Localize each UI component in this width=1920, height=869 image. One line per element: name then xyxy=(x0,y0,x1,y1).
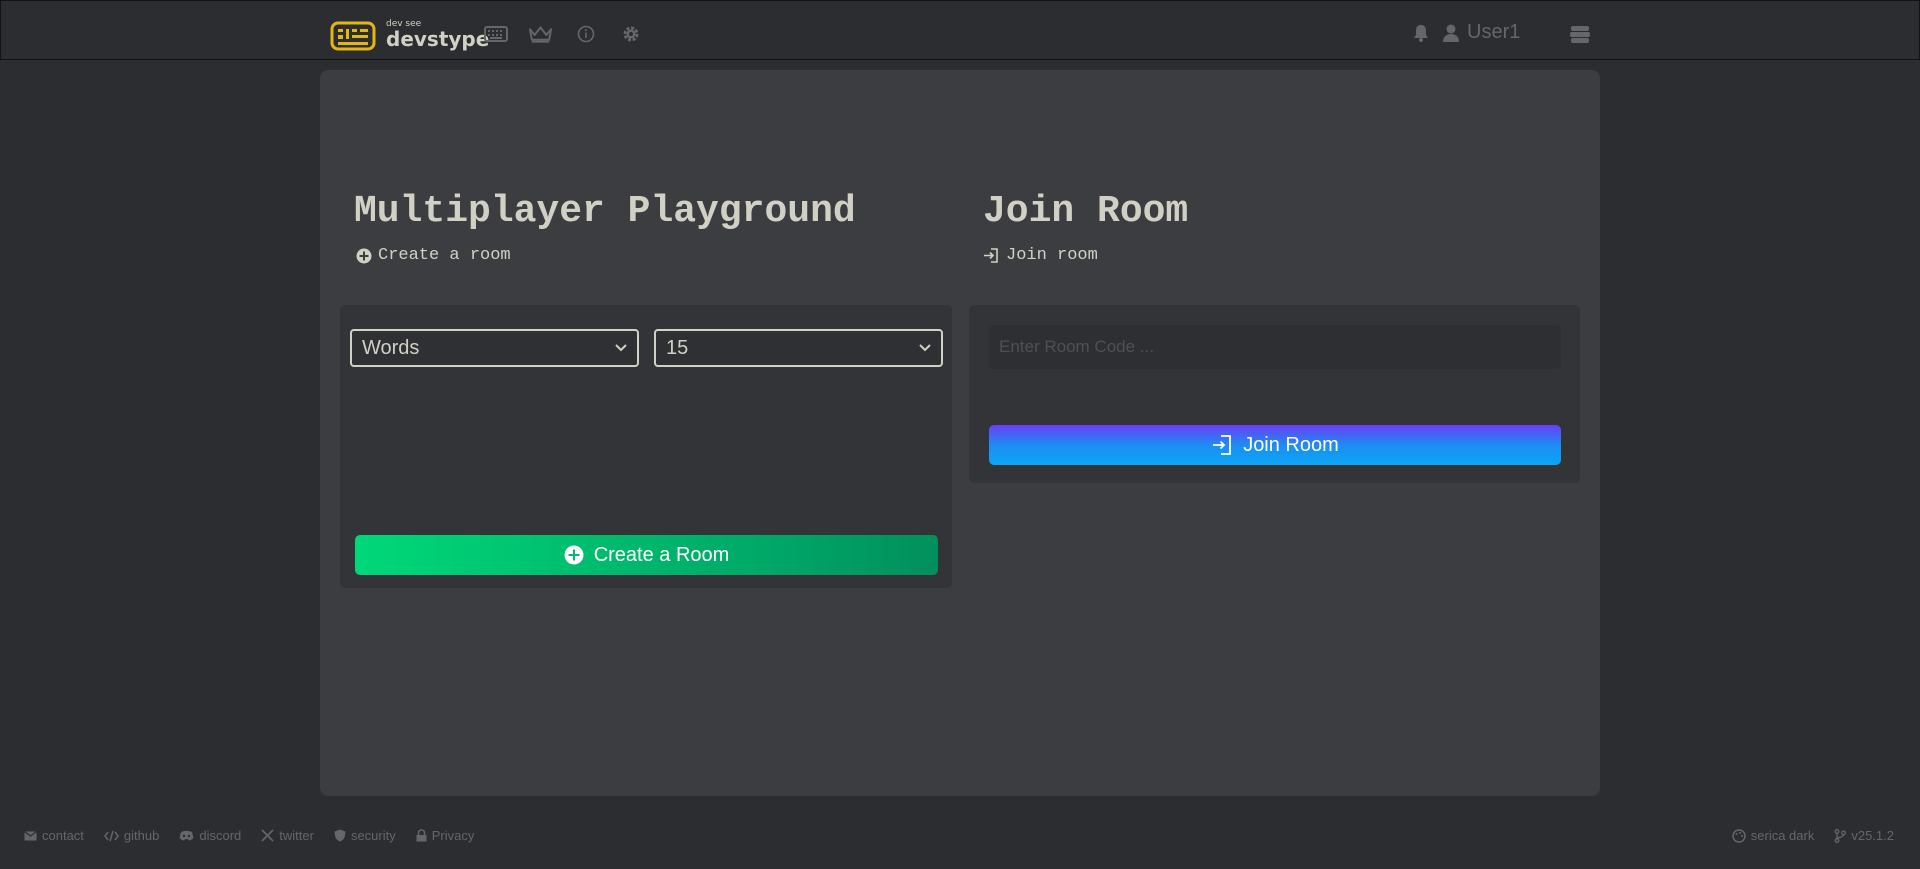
create-room-button-label: Create a Room xyxy=(593,543,730,566)
logo-text: dev see devstype xyxy=(386,19,489,53)
plus-circle-icon xyxy=(356,248,372,263)
join-room-link[interactable]: Join room xyxy=(983,246,1098,265)
mode-select-value: Words xyxy=(362,336,420,359)
x-logo-icon xyxy=(261,829,274,842)
footer-links: contact github discord twitter security … xyxy=(24,828,474,843)
footer-discord-link[interactable]: discord xyxy=(179,828,241,843)
main-panel: Multiplayer Playground Create a room Joi… xyxy=(320,70,1600,796)
footer-github-label: github xyxy=(123,828,160,843)
chevron-down-icon xyxy=(919,344,931,352)
footer-security-label: security xyxy=(350,828,396,843)
plus-circle-icon xyxy=(564,545,584,565)
info-icon[interactable] xyxy=(573,23,598,45)
brand-name: devstype xyxy=(386,27,490,51)
footer-discord-label: discord xyxy=(199,828,242,843)
join-room-title: Join Room xyxy=(983,190,1189,233)
code-branch-icon xyxy=(1834,828,1847,843)
footer-twitter-link[interactable]: twitter xyxy=(261,828,314,843)
lock-icon xyxy=(416,829,427,842)
user-menu[interactable]: User1 xyxy=(1443,21,1520,44)
sign-in-icon xyxy=(984,248,998,263)
palette-icon xyxy=(1732,828,1746,843)
footer-privacy-label: Privacy xyxy=(431,828,475,843)
keyboard-icon[interactable] xyxy=(483,23,508,45)
top-navbar: dev see devstype User1 xyxy=(0,0,1920,60)
chevron-down-icon xyxy=(615,344,627,352)
mode-select[interactable]: Words xyxy=(350,329,639,367)
user-name: User1 xyxy=(1467,21,1521,43)
sign-in-icon xyxy=(1213,435,1232,455)
create-room-subtitle: Create a room xyxy=(378,246,511,265)
join-room-card: Join Room xyxy=(969,305,1580,483)
footer-github-link[interactable]: github xyxy=(103,828,160,843)
logo-keyboard-icon xyxy=(330,21,376,51)
footer-security-link[interactable]: security xyxy=(334,828,396,843)
count-select[interactable]: 15 xyxy=(654,329,943,367)
logo[interactable]: dev see devstype xyxy=(330,19,489,53)
count-select-value: 15 xyxy=(666,336,689,359)
stack-menu-icon[interactable] xyxy=(1568,23,1592,45)
envelope-icon xyxy=(24,830,37,840)
join-room-button-label: Join Room xyxy=(1243,433,1339,456)
multiplayer-title: Multiplayer Playground xyxy=(354,190,856,233)
discord-icon xyxy=(179,830,194,841)
create-room-link[interactable]: Create a room xyxy=(356,246,511,265)
footer-privacy-link[interactable]: Privacy xyxy=(416,828,475,843)
create-room-button[interactable]: Create a Room xyxy=(355,535,938,575)
create-room-card: Words 15 Create a Room xyxy=(340,305,952,588)
theme-name: serica dark xyxy=(1750,828,1815,843)
gear-icon[interactable] xyxy=(618,23,643,45)
code-icon xyxy=(103,830,119,841)
shield-icon xyxy=(334,829,346,842)
nav-icons xyxy=(483,23,643,45)
footer-contact-link[interactable]: contact xyxy=(24,828,84,843)
user-icon xyxy=(1443,24,1459,42)
join-room-subtitle: Join room xyxy=(1006,246,1098,265)
account-area: User1 xyxy=(1411,21,1520,44)
crown-icon[interactable] xyxy=(528,23,553,45)
version-link[interactable]: v25.1.2 xyxy=(1834,828,1894,843)
footer-contact-label: contact xyxy=(42,828,84,843)
theme-switcher[interactable]: serica dark xyxy=(1732,828,1815,843)
bell-icon[interactable] xyxy=(1411,22,1431,44)
join-room-button[interactable]: Join Room xyxy=(989,425,1561,465)
version-number: v25.1.2 xyxy=(1851,828,1894,843)
room-code-input[interactable] xyxy=(989,325,1561,369)
footer-meta: serica dark v25.1.2 xyxy=(1732,828,1894,843)
footer-twitter-label: twitter xyxy=(279,828,314,843)
